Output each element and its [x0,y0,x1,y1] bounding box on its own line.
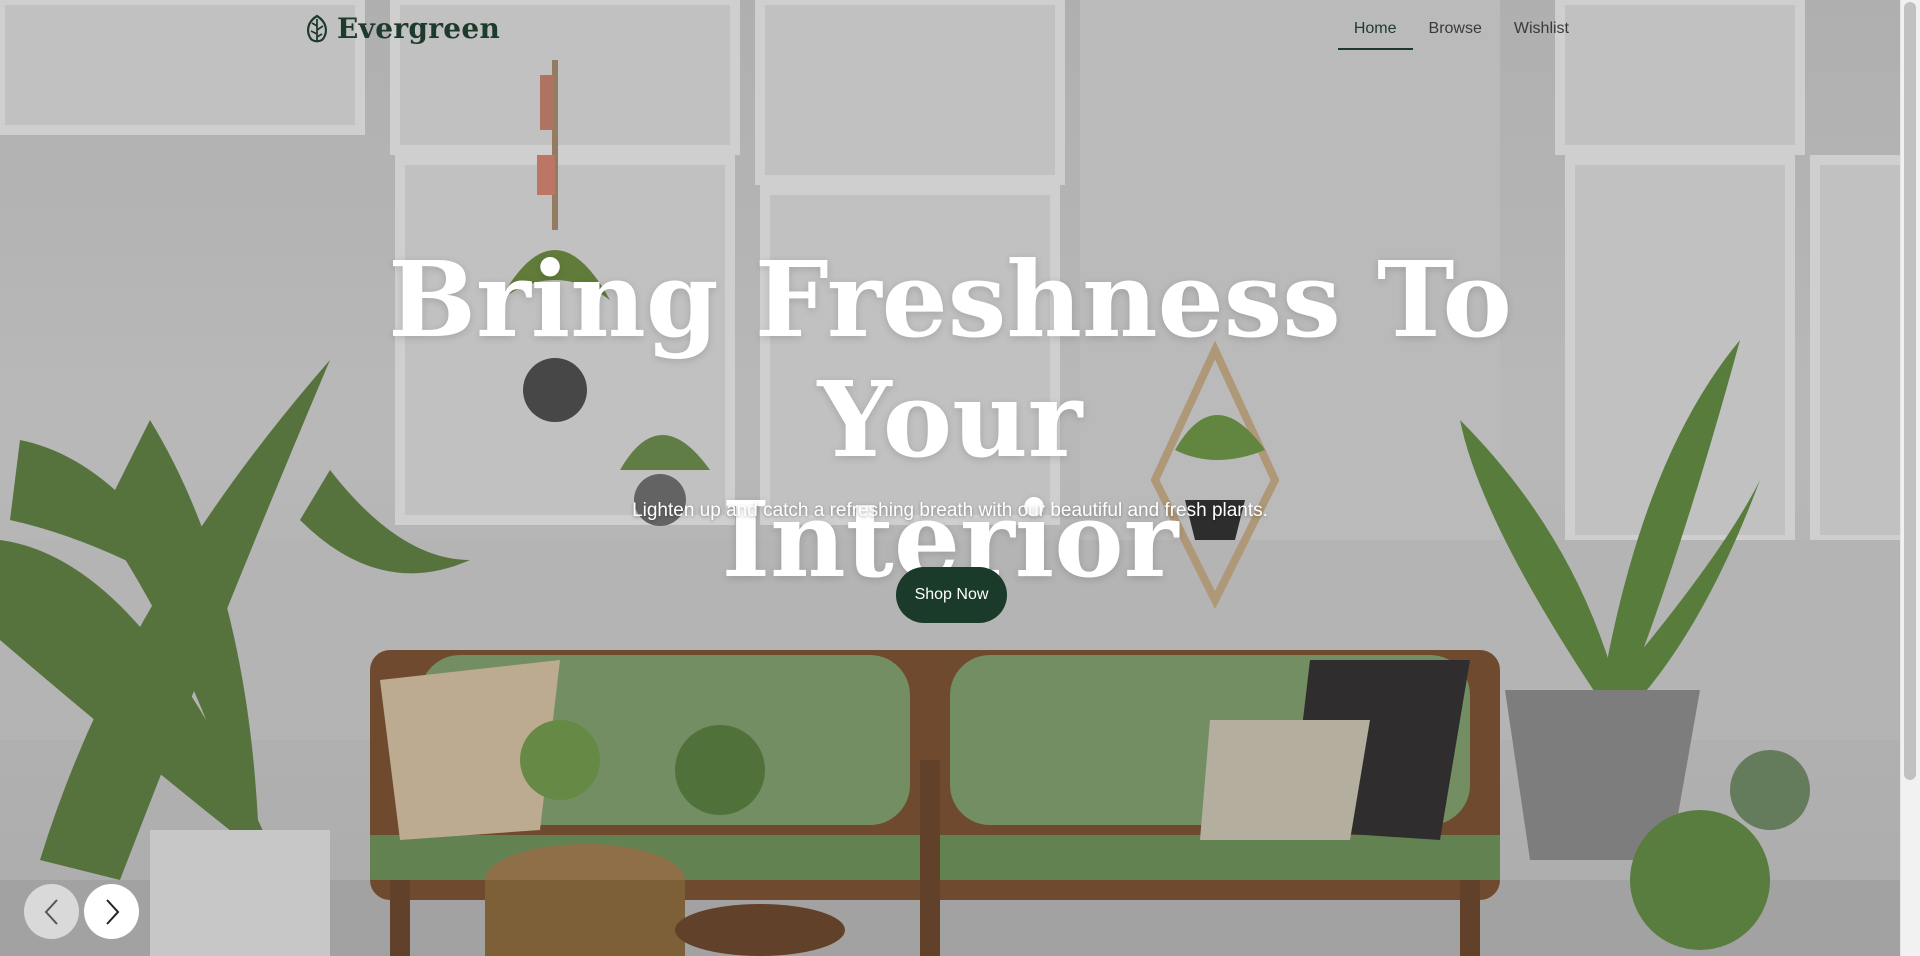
chevron-left-icon [44,898,58,925]
chevron-right-icon [105,898,119,925]
shop-now-button[interactable]: Shop Now [896,567,1007,623]
page-scrollbar[interactable] [1900,0,1920,956]
hero-headline: Bring Freshness To Your Interior [250,240,1650,600]
nav-menu: Home Browse Wishlist [1337,18,1585,50]
top-nav: Evergreen Home Browse Wishlist [0,0,1900,60]
scrollbar-thumb[interactable] [1904,2,1916,780]
nav-item-browse[interactable]: Browse [1413,18,1498,50]
brand-logo[interactable]: Evergreen [303,12,500,45]
hero-headline-line1: Bring Freshness To Your [388,238,1512,481]
slider-prev-button[interactable] [24,884,79,939]
nav-item-wishlist[interactable]: Wishlist [1498,18,1585,50]
nav-item-home[interactable]: Home [1337,18,1413,50]
slider-next-button[interactable] [84,884,139,939]
brand-name: Evergreen [337,12,501,45]
hero-subheadline: Lighten up and catch a refreshing breath… [632,500,1268,521]
leaf-icon [306,14,328,42]
